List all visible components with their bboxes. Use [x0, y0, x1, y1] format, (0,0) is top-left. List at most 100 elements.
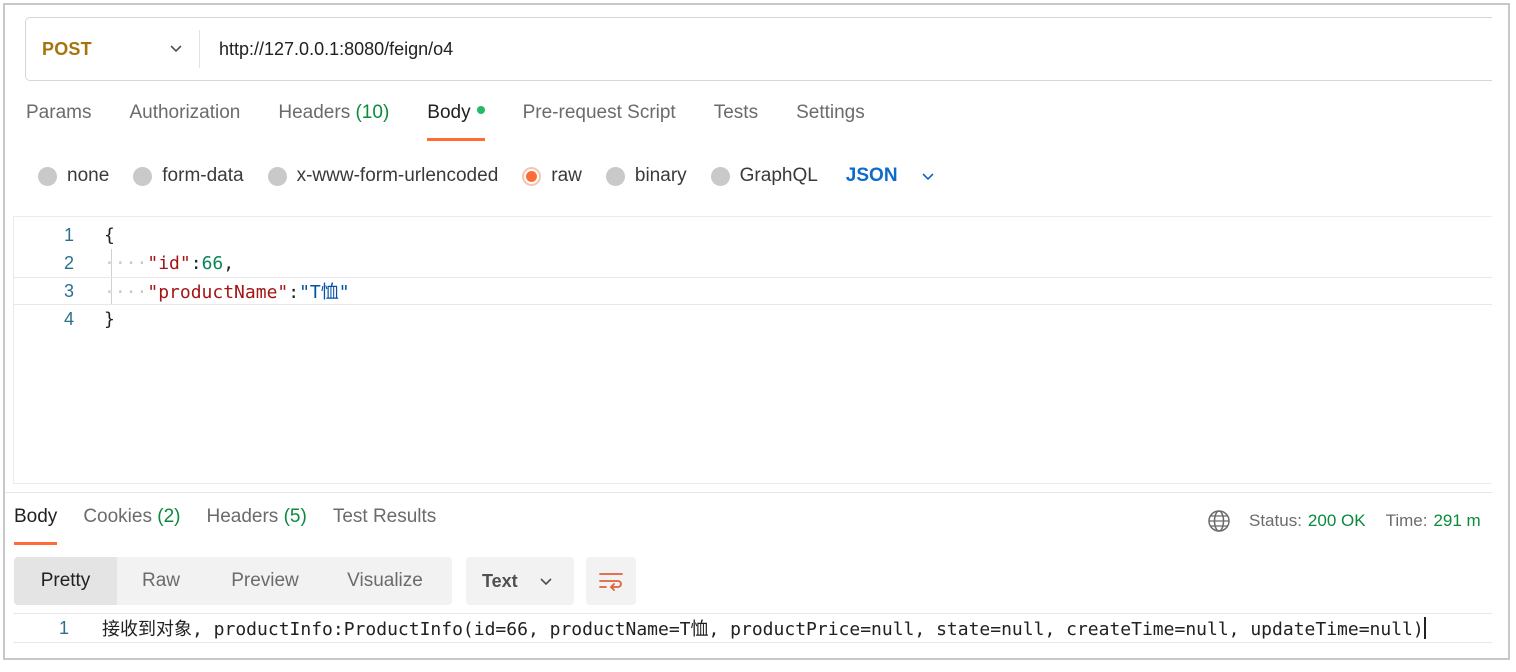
- mode-x-www-form-urlencoded[interactable]: x-www-form-urlencoded: [267, 165, 499, 187]
- mode-raw[interactable]: raw: [522, 165, 582, 187]
- radio-icon[interactable]: [38, 166, 57, 186]
- editor-line: 2 ····"id":66,: [14, 249, 1492, 277]
- editor-line: 4 }: [14, 305, 1492, 333]
- radio-icon[interactable]: [605, 166, 625, 186]
- json-separator: :: [288, 282, 300, 303]
- divider: [5, 492, 1492, 493]
- body-mode-selector: none form-data x-www-form-urlencoded raw…: [38, 160, 936, 192]
- editor-line: 3 ····"productName":"T恤": [14, 277, 1492, 305]
- mode-label: form-data: [162, 165, 244, 186]
- json-trail: ,: [223, 252, 235, 274]
- mode-label: none: [67, 165, 110, 186]
- radio-icon[interactable]: [710, 166, 730, 186]
- method-select[interactable]: POST: [42, 18, 192, 80]
- radio-icon[interactable]: [133, 166, 153, 186]
- globe-icon[interactable]: [1207, 509, 1231, 533]
- app-frame: POST http://127.0.0.1:8080/feign/o4 Para…: [3, 3, 1510, 660]
- tab-pre-request-script[interactable]: Pre-request Script: [523, 101, 676, 141]
- tab-label: Params: [26, 102, 92, 123]
- tab-tests[interactable]: Tests: [714, 101, 758, 141]
- time-label: Time:: [1385, 511, 1428, 530]
- editor-line: 1 {: [14, 221, 1492, 249]
- json-separator: :: [190, 252, 202, 274]
- tab-label: Test Results: [332, 506, 437, 527]
- request-panel: POST http://127.0.0.1:8080/feign/o4 Para…: [5, 5, 1492, 658]
- tab-headers[interactable]: Headers (10): [278, 101, 389, 141]
- tab-cookies[interactable]: Cookies (2): [83, 505, 180, 545]
- mode-label: raw: [551, 165, 582, 186]
- tab-label: Headers: [206, 506, 279, 527]
- chevron-down-icon: [540, 578, 552, 586]
- line-number: 2: [63, 252, 74, 273]
- tab-count: (5): [283, 506, 307, 527]
- indent-dots: ····: [104, 252, 148, 274]
- radio-selected-icon[interactable]: [522, 166, 542, 186]
- tab-label: Body: [14, 506, 58, 527]
- tab-authorization[interactable]: Authorization: [129, 101, 240, 141]
- status-value[interactable]: 200 OK: [1308, 511, 1366, 531]
- url-bar: POST http://127.0.0.1:8080/feign/o4: [25, 17, 1492, 81]
- tab-label: Body: [427, 102, 471, 123]
- line-number: 1: [58, 617, 69, 638]
- response-status: Status: 200 OK Time: 291 m: [1207, 506, 1481, 536]
- body-editor[interactable]: 1 { 2 ····"id":66, 3 ····"productName":"…: [13, 216, 1492, 484]
- request-tabs: Params Authorization Headers (10) Body P…: [26, 101, 903, 145]
- radio-icon[interactable]: [267, 166, 287, 186]
- tab-response-body[interactable]: Body: [14, 505, 58, 545]
- line-number: 4: [63, 308, 74, 329]
- divider: [199, 30, 200, 68]
- code-text: ····"id":66,: [104, 253, 234, 274]
- mode-binary[interactable]: binary: [605, 165, 687, 187]
- tab-count: (2): [157, 506, 181, 527]
- format-label: Text: [482, 570, 518, 591]
- view-pretty-button[interactable]: Pretty: [14, 557, 117, 605]
- json-value: "T恤": [299, 282, 350, 303]
- wrap-lines-icon: [599, 573, 623, 591]
- code-text: }: [104, 308, 115, 330]
- json-key: "id": [147, 252, 191, 274]
- chevron-down-icon: [170, 45, 182, 53]
- language-label: JSON: [845, 165, 898, 186]
- code-text: {: [104, 224, 115, 246]
- format-select[interactable]: Text: [466, 557, 574, 605]
- mode-form-data[interactable]: form-data: [133, 165, 244, 187]
- tab-label: Pre-request Script: [522, 102, 676, 123]
- response-content: 接收到对象, productInfo:ProductInfo(id=66, pr…: [102, 619, 1424, 640]
- tab-body[interactable]: Body: [427, 101, 485, 141]
- tab-label: Authorization: [129, 102, 241, 123]
- tab-label: Headers: [278, 102, 351, 123]
- response-text: 接收到对象, productInfo:ProductInfo(id=66, pr…: [102, 615, 1426, 641]
- tab-label: Cookies: [83, 506, 152, 527]
- response-body-line[interactable]: 1 接收到对象, productInfo:ProductInfo(id=66, …: [13, 613, 1492, 643]
- json-value: 66: [201, 252, 224, 274]
- url-input[interactable]: http://127.0.0.1:8080/feign/o4: [219, 18, 453, 80]
- line-number: 3: [63, 280, 74, 301]
- code-text: ····"productName":"T恤": [104, 278, 350, 304]
- view-preview-button[interactable]: Preview: [205, 557, 325, 605]
- json-key: "productName": [147, 282, 289, 303]
- tab-count: (10): [355, 102, 390, 123]
- view-mode-group: Pretty Raw Preview Visualize: [14, 557, 452, 605]
- method-label: POST: [42, 38, 92, 59]
- line-number: 1: [63, 224, 74, 245]
- modified-dot-icon: [476, 106, 485, 114]
- tab-label: Settings: [796, 102, 865, 123]
- tab-params[interactable]: Params: [26, 101, 91, 141]
- view-raw-button[interactable]: Raw: [117, 557, 205, 605]
- tab-settings[interactable]: Settings: [796, 101, 865, 141]
- mode-label: GraphQL: [739, 165, 818, 186]
- mode-label: x-www-form-urlencoded: [296, 165, 499, 186]
- chevron-down-icon: [921, 173, 934, 181]
- tab-response-headers[interactable]: Headers (5): [206, 505, 306, 545]
- status-label: Status:: [1249, 511, 1302, 530]
- tab-test-results[interactable]: Test Results: [333, 505, 436, 545]
- text-caret: [1423, 617, 1426, 639]
- mode-none[interactable]: none: [38, 165, 109, 187]
- tab-label: Tests: [713, 102, 759, 123]
- view-visualize-button[interactable]: Visualize: [325, 557, 445, 605]
- mode-graphql[interactable]: GraphQL: [710, 165, 818, 187]
- mode-label: binary: [634, 165, 687, 186]
- language-select[interactable]: JSON: [846, 165, 936, 187]
- time-value[interactable]: 291 m: [1433, 511, 1480, 531]
- wrap-lines-button[interactable]: [586, 557, 636, 605]
